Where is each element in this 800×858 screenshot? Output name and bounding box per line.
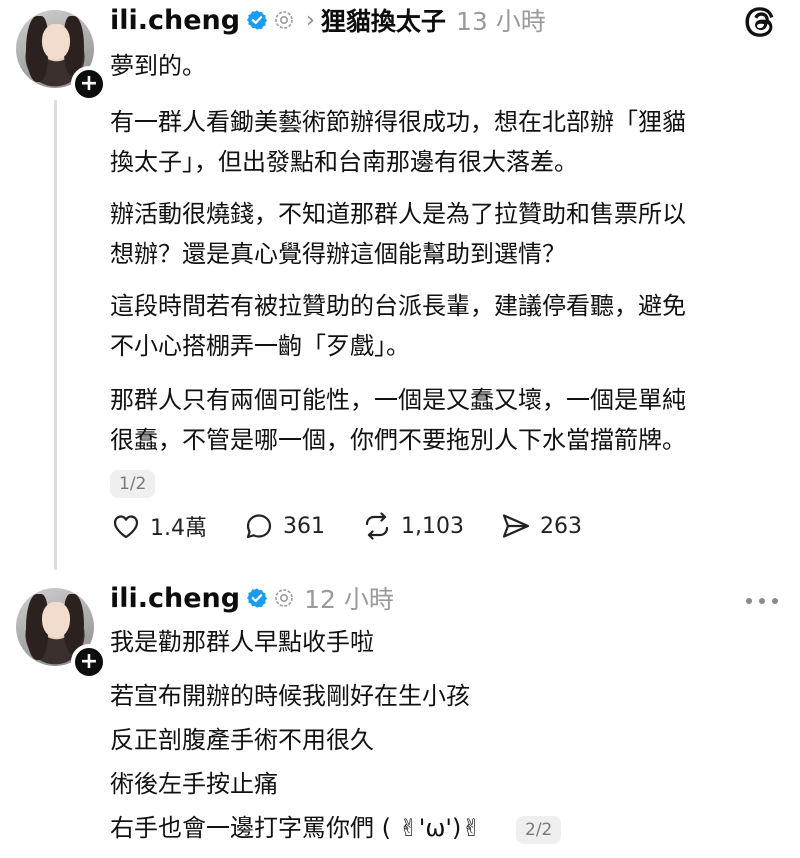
- username[interactable]: ili.cheng: [110, 5, 240, 36]
- text-line: 那群人只有兩個可能性，一個是又蠢又壞，一個是單純: [110, 386, 686, 414]
- thread-pager-badge: 2/2: [516, 816, 562, 844]
- repost-button[interactable]: 1,103: [361, 510, 464, 542]
- share-button[interactable]: 263: [500, 510, 582, 542]
- text-line: 有一群人看鋤美藝術節辦得很成功，想在北部辦「狸貓: [110, 108, 686, 136]
- post-header: ili.cheng › 狸貓換太子 13 小時: [110, 2, 546, 38]
- post-header: ili.cheng 12 小時: [110, 580, 394, 616]
- like-button[interactable]: 1.4萬: [110, 510, 207, 542]
- post-paragraph: 那群人只有兩個可能性，一個是又蠢又壞，一個是單純 很蠢，不管是哪一個，你們不要拖…: [110, 380, 686, 460]
- text-line: 很蠢，不管是哪一個，你們不要拖別人下水當擋箭牌。: [110, 426, 686, 454]
- verified-badge-icon: [247, 10, 268, 30]
- post-line: 我是勸那群人早點收手啦: [110, 628, 374, 656]
- avatar[interactable]: +: [16, 588, 107, 680]
- post-time: 12 小時: [304, 585, 394, 614]
- post-time: 13 小時: [455, 7, 546, 36]
- threads-logo-icon[interactable]: [744, 4, 780, 40]
- text-line: 不小心搭棚弄一齣「歹戲」。: [110, 332, 410, 360]
- verified-badge-icon: [247, 588, 268, 608]
- like-count: 1.4萬: [150, 516, 207, 541]
- share-send-icon: [502, 514, 530, 538]
- thread-pager-badge: 1/2: [110, 470, 156, 498]
- more-options-icon[interactable]: [746, 594, 778, 608]
- post-paragraph: 這段時間若有被拉贊助的台派長輩，建議停看聽，避免 不小心搭棚弄一齣「歹戲」。: [110, 286, 686, 366]
- thread-connector-line: [54, 100, 57, 570]
- text-line: 換太子」，但出發點和台南那邊有很大落差。: [110, 148, 578, 176]
- heart-icon: [113, 515, 139, 539]
- username[interactable]: ili.cheng: [110, 583, 240, 614]
- repost-icon: [365, 512, 389, 540]
- avatar-face: [42, 602, 70, 638]
- comment-bubble-icon: [246, 514, 272, 539]
- post-line: 術後左手按止痛: [110, 770, 278, 798]
- threads-ring-icon: [275, 11, 293, 29]
- post-paragraph: 夢到的。: [110, 46, 206, 86]
- post-line: 反正剖腹產手術不用很久: [110, 726, 374, 754]
- text-line: 這段時間若有被拉贊助的台派長輩，建議停看聽，避免: [110, 292, 686, 320]
- post-paragraph: 有一群人看鋤美藝術節辦得很成功，想在北部辦「狸貓 換太子」，但出發點和台南那邊有…: [110, 102, 686, 182]
- text-line: 想辦？還是真心覺得辦這個能幫助到選情？: [110, 240, 566, 268]
- follow-plus-button[interactable]: +: [71, 644, 107, 680]
- avatar[interactable]: +: [16, 10, 107, 102]
- share-count: 263: [539, 513, 582, 539]
- threads-ring-icon: [275, 589, 293, 607]
- text-line: 辦活動很燒錢，不知道那群人是為了拉贊助和售票所以: [110, 200, 686, 228]
- repost-count: 1,103: [401, 513, 464, 539]
- chevron-right-icon: ›: [306, 7, 315, 33]
- post-actions: 1.4萬 361 1,103 263: [110, 510, 618, 542]
- follow-plus-button[interactable]: +: [71, 66, 107, 102]
- topic-tag[interactable]: 狸貓換太子: [321, 2, 446, 38]
- post-line: 若宣布開辦的時候我剛好在生小孩: [110, 682, 470, 710]
- post-paragraph: 辦活動很燒錢，不知道那群人是為了拉贊助和售票所以 想辦？還是真心覺得辦這個能幫助…: [110, 194, 686, 274]
- avatar-face: [42, 24, 70, 60]
- text-line: 夢到的。: [110, 52, 206, 80]
- comment-count: 361: [283, 513, 325, 539]
- comment-button[interactable]: 361: [243, 510, 325, 542]
- post-line: 右手也會一邊打字罵你們 ( ✌︎'ω')✌︎: [110, 814, 482, 842]
